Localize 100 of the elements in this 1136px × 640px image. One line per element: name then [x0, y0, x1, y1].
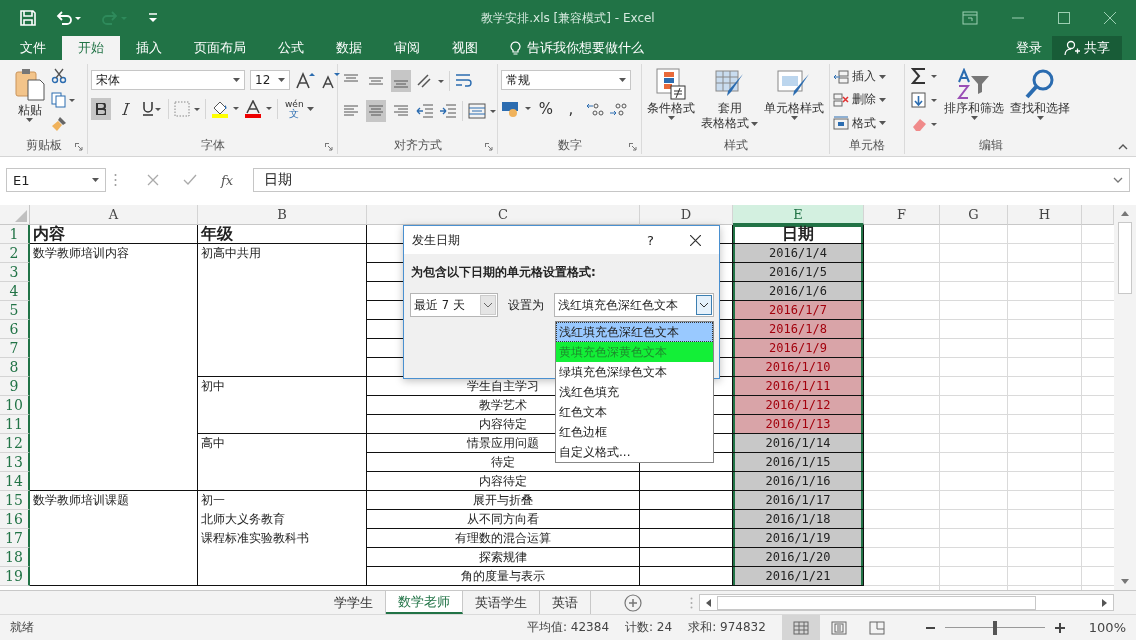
- insert-function-button[interactable]: fx: [221, 172, 234, 188]
- conditional-formatting-button[interactable]: 条件格式: [646, 66, 696, 123]
- increase-decimal-icon[interactable]: [586, 101, 604, 117]
- ribbon-tab[interactable]: 视图: [436, 36, 494, 60]
- row-header[interactable]: 2: [0, 244, 30, 263]
- increase-indent-icon[interactable]: [439, 104, 457, 118]
- zoom-level[interactable]: 100%: [1088, 620, 1126, 635]
- row-header[interactable]: 4: [0, 282, 30, 301]
- formula-field[interactable]: 日期: [253, 168, 1130, 192]
- row-header[interactable]: 11: [0, 415, 30, 434]
- column-header[interactable]: G: [940, 205, 1008, 225]
- cell-styles-button[interactable]: 单元格样式: [763, 66, 825, 123]
- row-header[interactable]: 18: [0, 548, 30, 567]
- row-header[interactable]: 10: [0, 396, 30, 415]
- row-header[interactable]: 7: [0, 339, 30, 358]
- insert-cells-button[interactable]: 插入: [833, 66, 886, 88]
- row-header[interactable]: 1: [0, 225, 30, 244]
- close-icon[interactable]: [690, 234, 701, 246]
- undo-icon[interactable]: [56, 10, 82, 26]
- cancel-icon[interactable]: [147, 174, 159, 186]
- eraser-icon[interactable]: [911, 116, 939, 132]
- scroll-up-icon[interactable]: [1121, 211, 1129, 216]
- ribbon-display-icon[interactable]: [962, 11, 978, 25]
- percent-button[interactable]: %: [536, 98, 556, 120]
- column-header[interactable]: D: [640, 205, 733, 225]
- scrollbar-thumb[interactable]: [717, 595, 1036, 610]
- borders-icon[interactable]: [174, 101, 200, 117]
- row-header[interactable]: 17: [0, 529, 30, 548]
- zoom-out-icon[interactable]: [925, 626, 935, 629]
- share-button[interactable]: 共享: [1052, 36, 1122, 60]
- row-header[interactable]: 15: [0, 491, 30, 510]
- ribbon-tab[interactable]: 页面布局: [178, 36, 262, 60]
- fill-color-icon[interactable]: [211, 100, 239, 118]
- grow-font-icon[interactable]: [295, 71, 315, 89]
- maximize-icon[interactable]: [1058, 12, 1070, 24]
- column-header[interactable]: C: [367, 205, 640, 225]
- delete-cells-button[interactable]: 删除: [833, 89, 886, 111]
- format-as-table-button[interactable]: 套用 表格格式: [700, 66, 759, 133]
- collapse-ribbon-icon[interactable]: [1118, 144, 1128, 150]
- customize-toolbar-icon[interactable]: [148, 12, 158, 24]
- column-header[interactable]: B: [198, 205, 367, 225]
- column-header[interactable]: E: [733, 205, 864, 225]
- row-header[interactable]: 9: [0, 377, 30, 396]
- column-header[interactable]: A: [30, 205, 198, 225]
- format-cells-button[interactable]: 格式: [833, 112, 886, 134]
- tell-me-search[interactable]: 告诉我你想要做什么: [494, 36, 644, 60]
- row-header[interactable]: 3: [0, 263, 30, 282]
- horizontal-scrollbar[interactable]: [699, 594, 1114, 611]
- font-size-select[interactable]: 12: [250, 70, 290, 90]
- ribbon-tab[interactable]: 数据: [320, 36, 378, 60]
- decrease-indent-icon[interactable]: [416, 104, 434, 118]
- row-header[interactable]: 13: [0, 453, 30, 472]
- row-header[interactable]: 8: [0, 358, 30, 377]
- ribbon-tab[interactable]: 审阅: [378, 36, 436, 60]
- orientation-icon[interactable]: [416, 73, 444, 89]
- vertical-scrollbar[interactable]: [1114, 205, 1136, 590]
- merge-center-icon[interactable]: [468, 103, 496, 119]
- save-icon[interactable]: [20, 10, 36, 26]
- sheet-tab[interactable]: 数学老师: [386, 591, 463, 614]
- shrink-font-icon[interactable]: [320, 71, 340, 89]
- dialog-launcher-icon[interactable]: [75, 143, 83, 151]
- dropdown-option[interactable]: 浅红填充色深红色文本: [556, 322, 713, 342]
- row-header[interactable]: 12: [0, 434, 30, 453]
- comma-button[interactable]: ,: [561, 98, 581, 120]
- name-box[interactable]: E1: [6, 168, 106, 192]
- dialog-launcher-icon[interactable]: [325, 143, 333, 151]
- enter-icon[interactable]: [183, 174, 197, 186]
- zoom-in-icon[interactable]: [1054, 622, 1065, 633]
- sort-filter-button[interactable]: 排序和筛选: [943, 66, 1005, 123]
- column-header[interactable]: F: [864, 205, 940, 225]
- help-button[interactable]: ?: [647, 232, 654, 248]
- font-name-select[interactable]: 宋体: [91, 70, 245, 90]
- column-header[interactable]: H: [1008, 205, 1082, 225]
- ribbon-tab[interactable]: 插入: [120, 36, 178, 60]
- autosum-icon[interactable]: [911, 68, 939, 84]
- format-select[interactable]: 浅红填充色深红色文本: [554, 293, 714, 317]
- row-header[interactable]: 5: [0, 301, 30, 320]
- cut-icon[interactable]: [50, 68, 67, 84]
- copy-icon[interactable]: [50, 92, 75, 108]
- scroll-right-icon[interactable]: [1102, 598, 1107, 607]
- row-header[interactable]: 14: [0, 472, 30, 491]
- format-painter-icon[interactable]: [50, 116, 67, 132]
- row-header[interactable]: 16: [0, 510, 30, 529]
- decrease-decimal-icon[interactable]: [609, 101, 627, 117]
- ribbon-tab[interactable]: 公式: [262, 36, 320, 60]
- zoom-slider-thumb[interactable]: [992, 620, 997, 635]
- number-format-select[interactable]: 常规: [501, 70, 631, 90]
- row-header[interactable]: 6: [0, 320, 30, 339]
- fill-down-icon[interactable]: [911, 92, 939, 108]
- dialog-launcher-icon[interactable]: [629, 143, 637, 151]
- add-sheet-icon[interactable]: [624, 593, 642, 612]
- paste-button[interactable]: 粘贴: [12, 66, 47, 125]
- bold-button[interactable]: [91, 98, 111, 120]
- font-color-icon[interactable]: [244, 100, 272, 118]
- dialog-launcher-icon[interactable]: [485, 143, 493, 151]
- sign-in-link[interactable]: 登录: [1006, 36, 1052, 60]
- expand-formula-icon[interactable]: [1113, 177, 1123, 183]
- ribbon-tab[interactable]: 文件: [4, 36, 62, 60]
- row-header[interactable]: 19: [0, 567, 30, 586]
- ribbon-tab[interactable]: 开始: [62, 36, 120, 60]
